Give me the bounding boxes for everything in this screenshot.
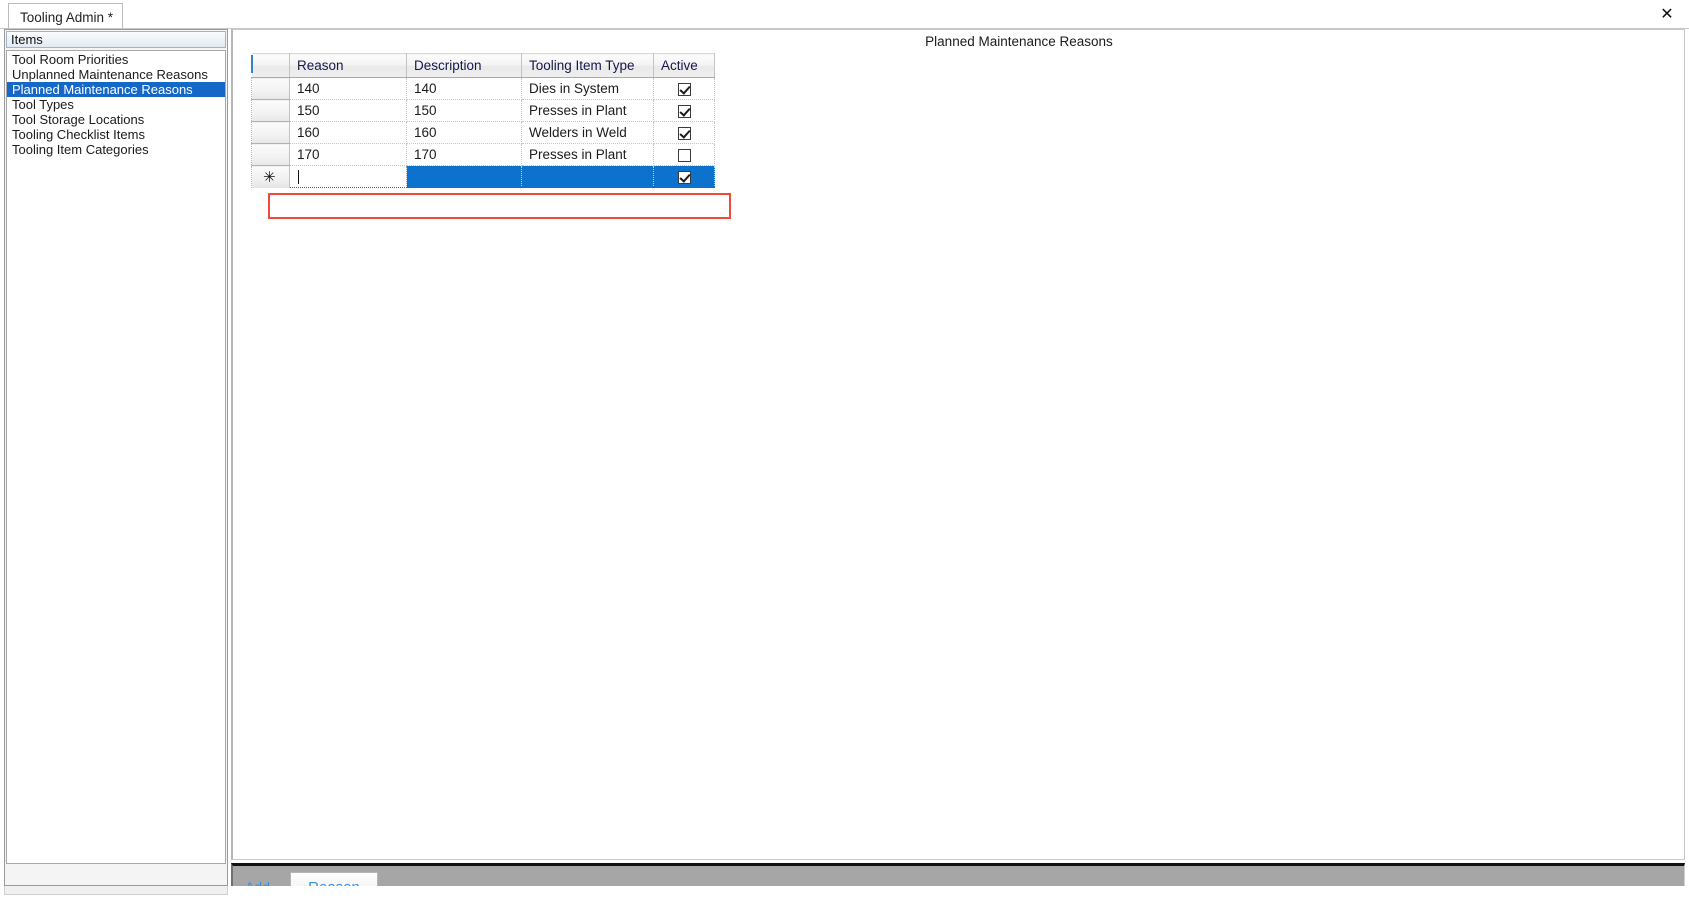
table-row[interactable]: 170 170 Presses in Plant <box>251 143 715 166</box>
sidebar-item-label: Tool Storage Locations <box>12 112 145 127</box>
sidebar-item-tooling-checklist-items[interactable]: Tooling Checklist Items <box>7 127 225 142</box>
sidebar-item-label: Unplanned Maintenance Reasons <box>12 67 208 82</box>
close-glyph: ✕ <box>1660 4 1674 23</box>
column-header-description[interactable]: Description <box>406 53 522 78</box>
cell-description[interactable]: 150 <box>406 99 522 122</box>
cell-description[interactable]: 160 <box>406 121 522 144</box>
column-header-reason[interactable]: Reason <box>289 53 407 78</box>
grid-row-header-corner <box>251 53 290 78</box>
sidebar-item-label: Planned Maintenance Reasons <box>12 82 193 97</box>
row-selector[interactable] <box>251 143 290 166</box>
cell-tooling-item-type[interactable]: Welders in Weld <box>521 121 654 144</box>
sidebar-item-tool-storage-locations[interactable]: Tool Storage Locations <box>7 112 225 127</box>
cell-active[interactable] <box>653 121 715 144</box>
table-row[interactable]: 150 150 Presses in Plant <box>251 99 715 122</box>
edit-indicator <box>251 55 253 73</box>
items-panel-bottom-edge <box>4 886 228 895</box>
cell-active[interactable] <box>653 143 715 166</box>
sidebar-item-tool-types[interactable]: Tool Types <box>7 97 225 112</box>
active-checkbox[interactable] <box>677 126 691 140</box>
table-row[interactable]: 160 160 Welders in Weld <box>251 121 715 144</box>
cell-tooling-item-type[interactable]: Dies in System <box>521 77 654 100</box>
sidebar-item-tool-room-priorities[interactable]: Tool Room Priorities <box>7 52 225 67</box>
text-caret <box>298 170 299 185</box>
row-selector[interactable] <box>251 77 290 100</box>
items-panel-header: Items <box>6 31 226 48</box>
row-selector[interactable] <box>251 99 290 122</box>
items-listbox[interactable]: Tool Room Priorities Unplanned Maintenan… <box>6 50 226 864</box>
active-checkbox[interactable] <box>677 82 691 96</box>
window-bottom-strip <box>0 886 1689 914</box>
column-header-tooling-item-type[interactable]: Tooling Item Type <box>521 53 654 78</box>
cell-description[interactable]: 140 <box>406 77 522 100</box>
tab-strip-background <box>0 0 1689 4</box>
new-cell-active[interactable] <box>653 165 715 188</box>
data-grid[interactable]: Reason Description Tooling Item Type Act… <box>251 53 731 219</box>
main-content-panel: Planned Maintenance Reasons Reason Descr… <box>231 29 1685 860</box>
new-cell-description[interactable] <box>406 165 522 188</box>
page-title: Planned Maintenance Reasons <box>925 34 1113 49</box>
column-header-active[interactable]: Active <box>653 53 715 78</box>
row-selector[interactable] <box>251 121 290 144</box>
new-cell-tooling-item-type[interactable] <box>521 165 654 188</box>
sidebar-item-unplanned-maintenance-reasons[interactable]: Unplanned Maintenance Reasons <box>7 67 225 82</box>
new-row-selector[interactable]: ✳ <box>251 165 290 188</box>
cell-tooling-item-type[interactable]: Presses in Plant <box>521 143 654 166</box>
table-row[interactable]: 140 140 Dies in System <box>251 77 715 100</box>
sidebar-item-label: Tooling Checklist Items <box>12 127 145 142</box>
grid-header-row: Reason Description Tooling Item Type Act… <box>251 53 715 78</box>
cell-active[interactable] <box>653 99 715 122</box>
application-window: Tooling Admin * ✕ Items Tool Room Priori… <box>0 0 1689 914</box>
cell-reason[interactable]: 150 <box>289 99 407 122</box>
cell-tooling-item-type[interactable]: Presses in Plant <box>521 99 654 122</box>
items-header-label: Items <box>11 32 43 47</box>
sidebar-item-planned-maintenance-reasons[interactable]: Planned Maintenance Reasons <box>7 82 225 97</box>
cell-reason[interactable]: 140 <box>289 77 407 100</box>
active-checkbox[interactable] <box>677 104 691 118</box>
new-row-highlight-outline <box>268 193 731 219</box>
cell-active[interactable] <box>653 77 715 100</box>
sidebar-item-label: Tool Room Priorities <box>12 52 129 67</box>
tab-tooling-admin[interactable]: Tooling Admin * <box>8 3 124 29</box>
tab-label: Tooling Admin * <box>20 10 114 25</box>
grid-body: 140 140 Dies in System 150 150 Presses i… <box>251 55 715 188</box>
new-row[interactable]: ✳ <box>251 55 715 188</box>
sidebar-item-label: Tooling Item Categories <box>12 142 149 157</box>
sidebar-item-label: Tool Types <box>12 97 74 112</box>
cell-description[interactable]: 170 <box>406 143 522 166</box>
cell-reason[interactable]: 170 <box>289 143 407 166</box>
active-checkbox[interactable] <box>677 170 691 184</box>
grid-table: Reason Description Tooling Item Type Act… <box>251 53 715 188</box>
close-icon[interactable]: ✕ <box>1655 3 1679 25</box>
active-checkbox[interactable] <box>677 148 691 162</box>
new-row-asterisk-icon: ✳ <box>263 168 276 186</box>
items-panel: Items Tool Room Priorities Unplanned Mai… <box>4 29 228 886</box>
tab-strip: Tooling Admin * ✕ <box>0 0 1689 29</box>
sidebar-item-tooling-item-categories[interactable]: Tooling Item Categories <box>7 142 225 157</box>
new-cell-reason[interactable] <box>251 55 407 188</box>
cell-reason[interactable]: 160 <box>289 121 407 144</box>
